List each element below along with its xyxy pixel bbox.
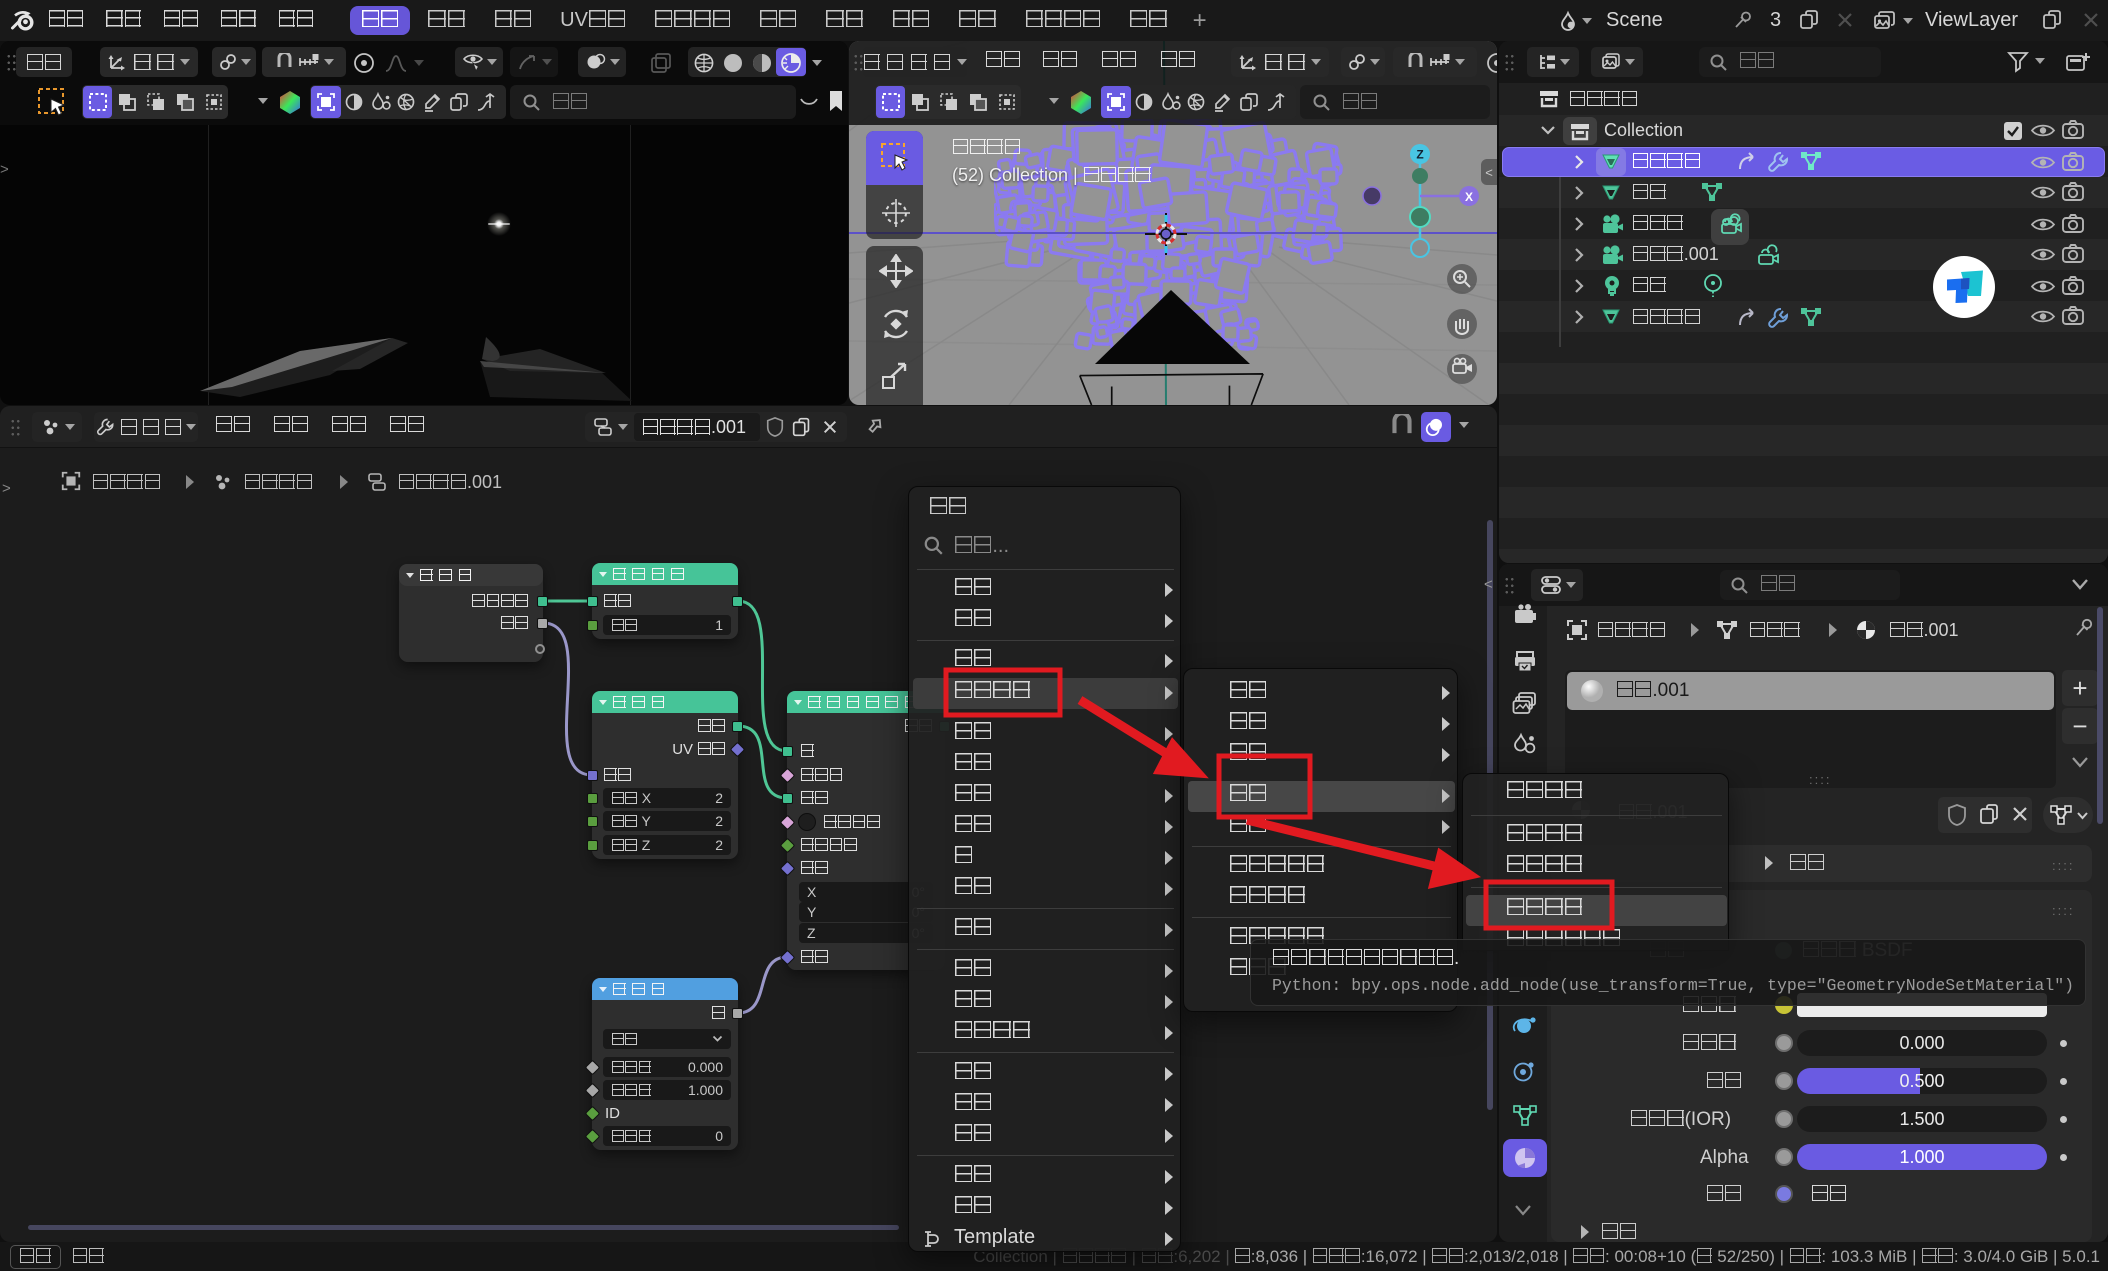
svg-text:X: X [1465, 190, 1473, 204]
svg-text:Z: Z [1416, 148, 1423, 162]
